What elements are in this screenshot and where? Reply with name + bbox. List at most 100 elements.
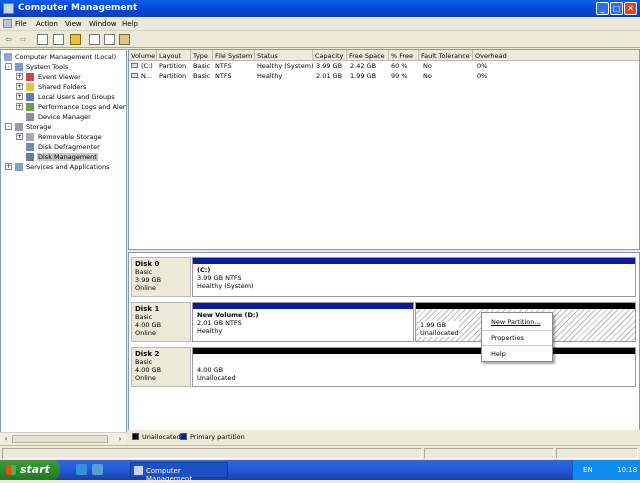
- tree-item-root[interactable]: Computer Management (Local): [15, 53, 116, 61]
- tree-item-system-tools[interactable]: System Tools: [26, 63, 68, 71]
- back-arrow-icon[interactable]: ⇦: [3, 34, 14, 45]
- menu-view[interactable]: View: [65, 20, 82, 28]
- start-label: start: [20, 463, 50, 476]
- column-header-layout[interactable]: Layout: [157, 50, 191, 61]
- tree-item-services[interactable]: Services and Applications: [26, 163, 109, 171]
- scroll-right-icon[interactable]: ›: [115, 434, 125, 444]
- tree-item-local-users[interactable]: Local Users and Groups: [38, 93, 115, 101]
- collapse-toggle[interactable]: -: [5, 123, 12, 130]
- primary-partition-bar: [193, 258, 635, 264]
- device-manager-icon: [26, 113, 34, 121]
- menu-window[interactable]: Window: [89, 20, 117, 28]
- table-cell: No: [423, 72, 432, 80]
- scroll-left-icon[interactable]: ‹: [1, 434, 11, 444]
- up-folder-icon[interactable]: [37, 34, 48, 45]
- column-header-type[interactable]: Type: [191, 50, 213, 61]
- maximize-button[interactable]: □: [610, 2, 623, 15]
- clock[interactable]: 10:18: [617, 466, 637, 474]
- disk-state: Online: [135, 329, 156, 337]
- column-header-percent-free[interactable]: % Free: [389, 50, 419, 61]
- partition-d[interactable]: New Volume (D:) 2.01 GB NTFS Healthy: [192, 302, 414, 342]
- start-button[interactable]: start: [0, 460, 60, 480]
- forward-arrow-icon[interactable]: ⇨: [18, 34, 29, 45]
- scroll-thumb[interactable]: [12, 435, 108, 443]
- tree-item-perf-logs[interactable]: Performance Logs and Alerts: [38, 103, 126, 111]
- help-icon[interactable]: [89, 34, 100, 45]
- taskbar-button-computer-management[interactable]: Computer Management: [130, 462, 228, 483]
- partition-c[interactable]: (C:) 3.99 GB NTFS Healthy (System): [192, 257, 636, 297]
- column-header-fault-tolerance[interactable]: Fault Tolerance: [419, 50, 473, 61]
- drive-icon: [131, 73, 138, 78]
- tree-item-event-viewer[interactable]: Event Viewer: [38, 73, 81, 81]
- menu-help[interactable]: Help: [122, 20, 138, 28]
- tree-horizontal-scrollbar[interactable]: ‹ ›: [0, 432, 127, 444]
- unallocated-bar: [193, 348, 635, 354]
- disk-2-info[interactable]: Disk 2 Basic 4.00 GB Online: [131, 347, 191, 387]
- system-menu-icon[interactable]: [3, 19, 12, 28]
- drive-icon: [131, 63, 138, 68]
- expand-toggle[interactable]: +: [16, 73, 23, 80]
- title-bar: Computer Management _ □ ✕: [0, 0, 640, 17]
- column-header-volume[interactable]: Volume: [129, 50, 157, 61]
- column-header-free-space[interactable]: Free Space: [347, 50, 389, 61]
- menu-item-help[interactable]: Help: [491, 350, 506, 358]
- table-cell: 99 %: [391, 72, 408, 80]
- partition-status: Unallocated: [420, 329, 459, 337]
- quick-launch-icon[interactable]: [76, 464, 87, 475]
- legend-unallocated: Unallocated: [142, 433, 181, 441]
- table-cell: NTFS: [215, 62, 232, 70]
- partition-size-fs: 2.01 GB NTFS: [197, 319, 242, 327]
- context-menu: New Partition... Properties Help: [481, 312, 553, 362]
- menu-separator: [482, 345, 552, 346]
- export-list-icon[interactable]: [104, 34, 115, 45]
- menu-item-new-partition[interactable]: New Partition...: [491, 318, 541, 326]
- disk-state: Online: [135, 374, 156, 382]
- column-header-overhead[interactable]: Overhead: [473, 50, 639, 61]
- properties-icon[interactable]: [70, 34, 81, 45]
- disk-1-info[interactable]: Disk 1 Basic 4.00 GB Online: [131, 302, 191, 342]
- expand-toggle[interactable]: +: [16, 133, 23, 140]
- expand-toggle[interactable]: +: [16, 103, 23, 110]
- menu-file[interactable]: File: [15, 20, 27, 28]
- minimize-button[interactable]: _: [596, 2, 609, 15]
- tree-item-device-manager[interactable]: Device Manager: [38, 113, 91, 121]
- close-button[interactable]: ✕: [624, 2, 637, 15]
- menu-bar: File Action View Window Help: [0, 17, 640, 31]
- table-cell: Healthy: [257, 72, 283, 80]
- defragmenter-icon: [26, 143, 34, 151]
- internet-explorer-icon[interactable]: [92, 464, 103, 475]
- column-header-status[interactable]: Status: [255, 50, 313, 61]
- disk-graphical-view: Disk 0 Basic 3.99 GB Online (C:) 3.99 GB…: [128, 252, 640, 444]
- system-tray: EN 10:18: [572, 460, 640, 480]
- show-hide-tree-icon[interactable]: [53, 34, 64, 45]
- tree-item-disk-defrag[interactable]: Disk Defragmenter: [38, 143, 100, 151]
- table-cell: No: [423, 62, 432, 70]
- users-icon: [26, 93, 34, 101]
- column-header-file-system[interactable]: File System: [213, 50, 255, 61]
- expand-toggle[interactable]: +: [5, 163, 12, 170]
- table-cell: 3.99 GB: [316, 62, 343, 70]
- disk-type: Basic: [135, 268, 153, 276]
- tree-item-removable-storage[interactable]: Removable Storage: [38, 133, 102, 141]
- settings-icon[interactable]: [119, 34, 130, 45]
- window-title: Computer Management: [18, 3, 138, 13]
- menu-action[interactable]: Action: [36, 20, 58, 28]
- tree-item-disk-management[interactable]: Disk Management: [37, 153, 98, 161]
- expand-toggle[interactable]: +: [16, 93, 23, 100]
- app-icon: [134, 466, 143, 475]
- language-indicator[interactable]: EN: [583, 466, 593, 474]
- partition-label: (C:): [197, 266, 211, 274]
- disk-name: Disk 0: [135, 260, 160, 268]
- status-section: [556, 448, 638, 459]
- disk-0-info[interactable]: Disk 0 Basic 3.99 GB Online: [131, 257, 191, 297]
- table-cell: 2.01 GB: [316, 72, 343, 80]
- collapse-toggle[interactable]: -: [5, 63, 12, 70]
- tree-item-shared-folders[interactable]: Shared Folders: [38, 83, 86, 91]
- menu-item-properties[interactable]: Properties: [491, 334, 524, 342]
- partition-status: Healthy: [197, 327, 223, 335]
- expand-toggle[interactable]: +: [16, 83, 23, 90]
- unallocated-space-disk-2[interactable]: 4.00 GB Unallocated: [192, 347, 636, 387]
- status-bar: [0, 445, 640, 460]
- column-header-capacity[interactable]: Capacity: [313, 50, 347, 61]
- tree-item-storage[interactable]: Storage: [26, 123, 51, 131]
